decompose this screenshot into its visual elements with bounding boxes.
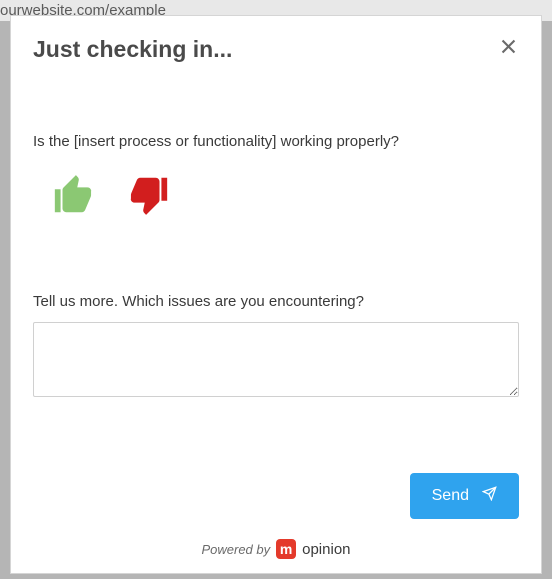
brand-badge: m — [276, 539, 296, 559]
send-button-label: Send — [432, 487, 469, 505]
powered-by-text: Powered by — [201, 542, 270, 557]
send-row: Send — [33, 473, 519, 519]
modal-title: Just checking in... — [33, 36, 232, 63]
thumb-down-icon — [125, 205, 171, 222]
send-button[interactable]: Send — [410, 473, 519, 519]
thumb-down-button[interactable] — [125, 172, 171, 223]
followup-label: Tell us more. Which issues are you encou… — [33, 293, 519, 310]
thumb-up-icon — [51, 205, 97, 222]
paper-plane-icon — [482, 486, 497, 506]
feedback-textarea[interactable] — [33, 322, 519, 397]
close-button[interactable] — [498, 36, 519, 62]
feedback-modal: Just checking in... Is the [insert proce… — [10, 15, 542, 574]
close-icon — [500, 42, 517, 59]
modal-body: Is the [insert process or functionality]… — [11, 73, 541, 461]
modal-footer: Send Powered by m opinion — [11, 461, 541, 573]
rating-thumbs — [33, 172, 519, 223]
thumb-up-button[interactable] — [51, 172, 97, 223]
powered-by-row: Powered by m opinion — [33, 539, 519, 559]
brand-name: opinion — [302, 541, 350, 558]
question-text: Is the [insert process or functionality]… — [33, 133, 519, 150]
modal-header: Just checking in... — [11, 16, 541, 73]
